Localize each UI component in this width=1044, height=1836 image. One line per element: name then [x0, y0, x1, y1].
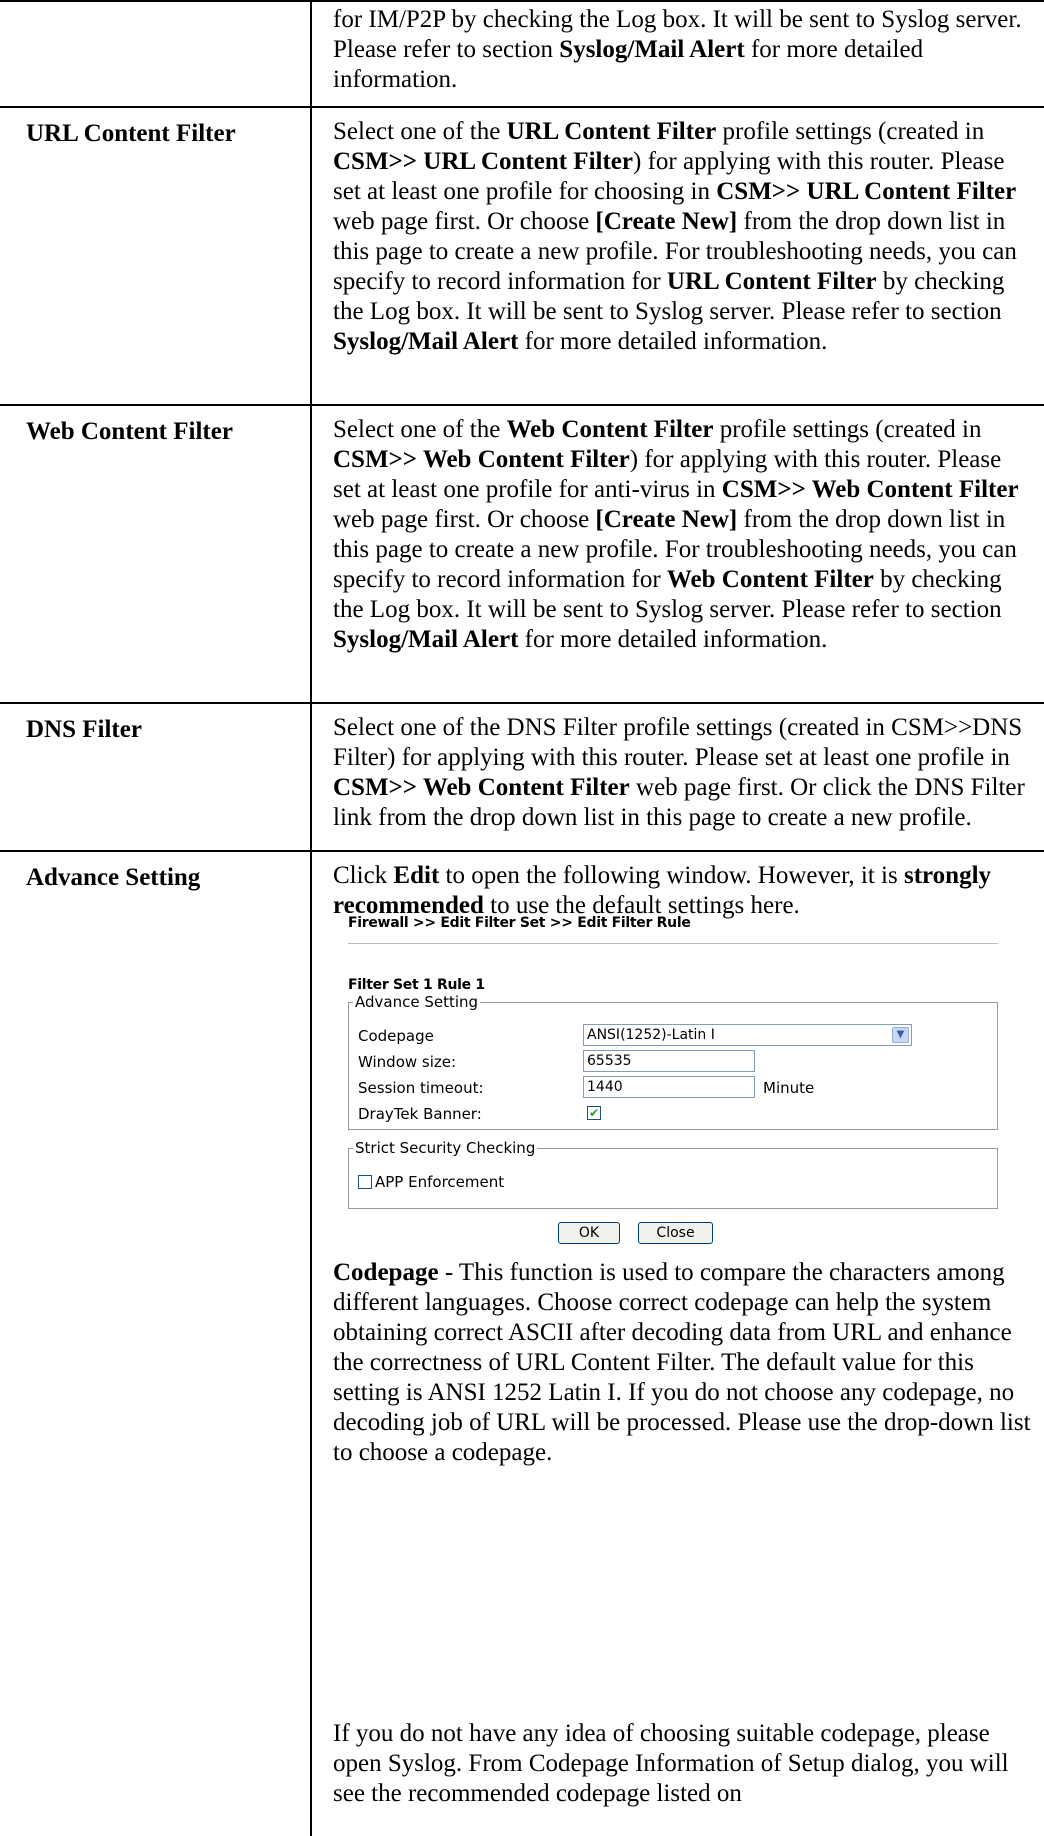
row-label-web-content-filter: Web Content Filter [26, 418, 233, 445]
session-timeout-unit: Minute [763, 1079, 815, 1097]
advance-setting-dialog-screenshot: Firewall >> Edit Filter Set >> Edit Filt… [340, 915, 1030, 1245]
codepage-label: Codepage [358, 1027, 434, 1045]
dialog-divider [348, 943, 998, 944]
strict-security-legend: Strict Security Checking [355, 1139, 536, 1157]
row-description: for IM/P2P by checking the Log box. It w… [333, 6, 1022, 93]
dialog-subtitle: Filter Set 1 Rule 1 [348, 977, 485, 993]
row-description: Select one of the Web Content Filter pro… [333, 416, 1019, 653]
close-button[interactable]: Close [638, 1222, 713, 1244]
window-size-input[interactable]: 65535 [583, 1050, 755, 1072]
table-column-divider [310, 0, 312, 1836]
window-size-label: Window size: [358, 1053, 457, 1071]
table-row-divider [0, 850, 1044, 852]
table-row-divider [0, 106, 1044, 108]
table-row-divider [0, 702, 1044, 704]
codepage-select[interactable]: ANSI(1252)-Latin I ▼ [583, 1024, 912, 1046]
dialog-breadcrumb: Firewall >> Edit Filter Set >> Edit Filt… [348, 915, 691, 931]
row-description: Select one of the DNS Filter profile set… [333, 714, 1025, 831]
codepage-description: Codepage - This function is used to comp… [333, 1259, 1031, 1466]
draytek-banner-label: DrayTek Banner: [358, 1105, 482, 1123]
row-label-dns-filter: DNS Filter [26, 716, 142, 743]
ok-button[interactable]: OK [558, 1222, 620, 1244]
chevron-down-icon[interactable]: ▼ [892, 1027, 909, 1043]
codepage-selected-value: ANSI(1252)-Latin I [587, 1027, 715, 1043]
row-label-url-content-filter: URL Content Filter [26, 120, 236, 147]
draytek-banner-checkbox[interactable]: ✔ [587, 1106, 601, 1120]
advance-setting-legend: Advance Setting [355, 993, 479, 1011]
table-top-border [0, 0, 1044, 2]
row-label-advance-setting: Advance Setting [26, 864, 201, 891]
session-timeout-label: Session timeout: [358, 1079, 484, 1097]
app-enforcement-checkbox[interactable] [358, 1175, 372, 1189]
table-row-divider [0, 404, 1044, 406]
codepage-tip: If you do not have any idea of choosing … [333, 1720, 1009, 1807]
document-table: for IM/P2P by checking the Log box. It w… [0, 0, 1044, 1836]
session-timeout-input[interactable]: 1440 [583, 1076, 755, 1098]
advance-setting-intro: Click Edit to open the following window.… [333, 862, 992, 919]
app-enforcement-label: APP Enforcement [375, 1173, 505, 1191]
row-description: Select one of the URL Content Filter pro… [333, 118, 1017, 355]
